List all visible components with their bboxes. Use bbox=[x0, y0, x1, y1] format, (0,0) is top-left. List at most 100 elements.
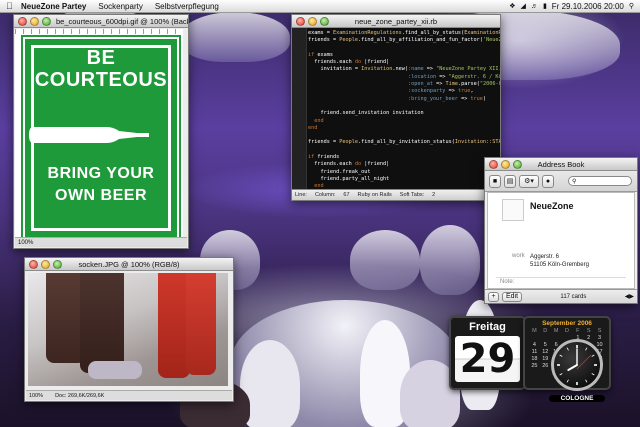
clock-hands bbox=[557, 345, 597, 385]
code-line: if friends bbox=[308, 154, 340, 161]
weekday-header: M bbox=[532, 328, 537, 334]
clock-tick bbox=[585, 379, 588, 383]
tab-size[interactable]: 2 bbox=[432, 192, 435, 198]
stage-curtain bbox=[350, 230, 420, 290]
weekday-header: S bbox=[597, 328, 602, 334]
card-only-view-button[interactable]: ■ bbox=[489, 174, 501, 188]
code-line: friend.freak_out bbox=[320, 168, 371, 175]
close-button[interactable] bbox=[296, 16, 305, 26]
address-label: work bbox=[512, 253, 525, 259]
code-line: if exams bbox=[308, 51, 333, 58]
line-gutter bbox=[292, 28, 307, 190]
world-clock-widget[interactable]: COLOGNE bbox=[549, 339, 605, 411]
second-hand bbox=[576, 354, 592, 370]
code-lines: exams = ExaminationRegulations.find_all_… bbox=[308, 30, 501, 190]
status-column-value: 67 bbox=[343, 192, 350, 198]
leg bbox=[186, 273, 216, 375]
menu-app-name[interactable]: NeueZone Partey bbox=[21, 2, 86, 11]
weekday-header: D bbox=[543, 328, 548, 334]
calendar-title: September 2006 bbox=[542, 320, 592, 327]
menu-selbstverpflegung[interactable]: Selbstverpflegung bbox=[155, 2, 219, 11]
minimize-button[interactable] bbox=[41, 259, 50, 269]
close-button[interactable] bbox=[18, 16, 27, 26]
minimize-button[interactable] bbox=[501, 159, 510, 169]
date-widget[interactable]: Freitag 29 bbox=[449, 316, 526, 390]
code-line: friends = People.find_all_by_affiliation… bbox=[308, 37, 500, 44]
minimize-button[interactable] bbox=[308, 16, 317, 26]
spotlight-icon[interactable]: ⚲ bbox=[629, 2, 634, 10]
socks-photo-titlebar[interactable]: socken.JPG @ 100% (RGB/8) bbox=[25, 258, 233, 271]
zoom-status: 100% bbox=[15, 237, 187, 247]
code-line: end bbox=[314, 117, 324, 124]
code-line: end bbox=[308, 124, 318, 131]
apple-menu-icon[interactable]:  bbox=[6, 1, 16, 11]
beer-sign: BE COURTEOUS BRING YOUR OWN BEER bbox=[21, 35, 181, 239]
code-line: friend.party_all_night bbox=[320, 175, 390, 182]
wifi-icon[interactable]: ◢ bbox=[521, 2, 526, 10]
menu-sockenparty[interactable]: Sockenparty bbox=[98, 2, 142, 11]
beer-bottle-icon bbox=[29, 127, 149, 143]
menu-extras: ❖ ◢ ♬ ▮ Fr 29.10.2006 20:00 ⚲ bbox=[509, 2, 640, 11]
weekday-header: F bbox=[576, 328, 580, 334]
battery-icon[interactable]: ▮ bbox=[543, 2, 547, 10]
address-book-footer: + Edit 117 cards ◀ ▶ bbox=[485, 289, 637, 303]
address-street[interactable]: Aggerstr. 6 bbox=[530, 253, 589, 261]
code-area[interactable]: exams = ExaminationRegulations.find_all_… bbox=[292, 28, 500, 190]
image-canvas[interactable]: BE COURTEOUS BRING YOUR OWN BEER bbox=[15, 29, 183, 239]
calendar-day[interactable]: 18 bbox=[529, 356, 540, 362]
beer-sign-titlebar[interactable]: be_courteous_600dpi.gif @ 100% (Backgrou… bbox=[14, 15, 188, 28]
edit-button[interactable]: Edit bbox=[502, 291, 522, 302]
address-city[interactable]: 51105 Köln-Gremberg bbox=[530, 261, 589, 269]
search-field[interactable]: ⚲ bbox=[568, 176, 632, 186]
contact-name: NeueZone bbox=[530, 201, 574, 211]
tab-settings[interactable]: Soft Tabs: bbox=[400, 192, 424, 198]
language-selector[interactable]: Ruby on Rails bbox=[358, 192, 392, 198]
contact-photo[interactable] bbox=[502, 199, 524, 221]
menubar-clock[interactable]: Fr 29.10.2006 20:00 bbox=[552, 2, 624, 11]
zoom-level[interactable]: 100% bbox=[18, 240, 33, 246]
list-view-button[interactable]: ▤ bbox=[504, 174, 516, 188]
zoom-button[interactable] bbox=[320, 16, 329, 26]
add-contact-button[interactable]: + bbox=[488, 291, 499, 302]
next-card-icon[interactable]: ▶ bbox=[629, 293, 634, 300]
close-button[interactable] bbox=[29, 259, 38, 269]
calendar-day[interactable]: 11 bbox=[529, 349, 540, 355]
bluetooth-icon[interactable]: ❖ bbox=[509, 2, 515, 10]
clock-face bbox=[551, 339, 603, 391]
address-book-window: Address Book ■ ▤ ⚙▾ ● ⚲ NeueZone work Ag… bbox=[484, 157, 638, 304]
code-line: :location => "Aggerstr. 6 / Köln Grember… bbox=[407, 73, 500, 80]
code-editor-titlebar[interactable]: neue_zone_partey_xii.rb bbox=[292, 15, 500, 28]
code-line: :bring_your_beer => true) bbox=[407, 95, 487, 102]
beer-sign-title: be_courteous_600dpi.gif @ 100% (Backgrou… bbox=[56, 16, 188, 26]
clock-tick bbox=[559, 354, 563, 357]
calendar-day[interactable]: 4 bbox=[529, 342, 540, 348]
divider bbox=[496, 277, 626, 278]
doc-info[interactable]: Doc: 269,6K/269,6K bbox=[55, 393, 104, 399]
sign-line-4: OWN BEER bbox=[55, 187, 147, 204]
socks-photo[interactable] bbox=[28, 273, 228, 386]
code-line: invitation = Invitation.new(:name => "Ne… bbox=[320, 66, 501, 73]
calendar-day[interactable]: 25 bbox=[529, 363, 540, 369]
ceiling-drape bbox=[180, 12, 290, 62]
editor-status-bar: Line: Column: 67 Ruby on Rails Soft Tabs… bbox=[292, 189, 500, 200]
clock-tick bbox=[591, 354, 595, 357]
weekday-header: M bbox=[553, 328, 559, 334]
status-line: Line: bbox=[295, 192, 307, 198]
address-book-titlebar[interactable]: Address Book bbox=[485, 158, 637, 171]
minimize-button[interactable] bbox=[30, 16, 39, 26]
zoom-button[interactable] bbox=[53, 259, 62, 269]
contact-address: Aggerstr. 6 51105 Köln-Gremberg bbox=[530, 253, 589, 269]
photo-zoom[interactable]: 100% bbox=[29, 393, 43, 399]
close-button[interactable] bbox=[489, 159, 498, 169]
clock-tick bbox=[559, 373, 563, 376]
clock-tick bbox=[566, 379, 569, 383]
weekday-header: S bbox=[586, 328, 591, 334]
action-gear-icon[interactable]: ⚙▾ bbox=[519, 174, 539, 188]
zoom-button[interactable] bbox=[513, 159, 522, 169]
zoom-button[interactable] bbox=[42, 16, 51, 26]
code-line: friend.send_invitation invitation bbox=[320, 110, 424, 117]
volume-icon[interactable]: ♬ bbox=[531, 3, 538, 10]
calendar-day bbox=[529, 335, 540, 341]
group-view-icon[interactable]: ● bbox=[542, 174, 554, 188]
